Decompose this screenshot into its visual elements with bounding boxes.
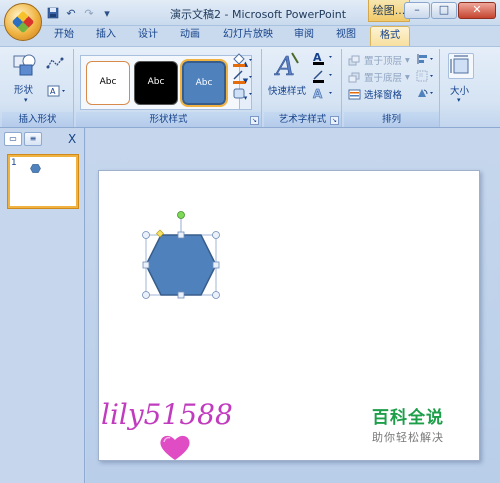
maximize-button[interactable]: □ [431, 2, 457, 19]
shape-styles-launcher-icon[interactable]: ↘ [250, 116, 259, 125]
size-icon[interactable] [448, 53, 474, 79]
tab-format[interactable]: 格式 [370, 26, 410, 46]
shape-effects-icon[interactable] [231, 87, 257, 104]
group-size: 大小 ▾ [442, 49, 480, 127]
tab-review[interactable]: 审阅 [286, 26, 322, 46]
slide-number: 1 [11, 158, 17, 168]
shapes-gallery-icon[interactable] [12, 53, 38, 80]
outline-tab-icon[interactable]: ≡ [24, 132, 42, 146]
watermark-right-title: 百科全说 [372, 408, 444, 428]
shape-outline-icon[interactable] [231, 70, 257, 87]
quick-styles-label[interactable]: 快速样式 [268, 83, 306, 97]
tab-slideshow[interactable]: 幻灯片放映 [218, 26, 278, 46]
style-swatch-white[interactable]: Abc [86, 61, 130, 105]
shape-style-gallery: Abc Abc Abc ▲ ▼ ▾ [80, 55, 252, 110]
title-bar: ↶ ↷ ▾ 演示文稿2 - Microsoft PowerPoint 绘图...… [0, 0, 500, 26]
close-button[interactable]: ✕ [458, 2, 496, 19]
group-label-shape-styles: 形状样式 [76, 112, 261, 127]
shapes-button-label[interactable]: 形状 [14, 82, 33, 96]
text-outline-icon[interactable] [312, 69, 338, 86]
rotate-icon[interactable] [416, 87, 436, 102]
tab-insert[interactable]: 插入 [88, 26, 124, 46]
redo-icon[interactable]: ↷ [82, 6, 96, 20]
customize-qat-icon[interactable]: ▾ [100, 6, 114, 20]
style-swatch-black[interactable]: Abc [134, 61, 178, 105]
slide-thumbnail[interactable] [7, 154, 79, 209]
watermark-left-text: lily51588 [101, 398, 233, 431]
tab-design[interactable]: 设计 [130, 26, 166, 46]
minimize-button[interactable]: – [404, 2, 430, 19]
hexagon-shape[interactable] [138, 206, 228, 302]
office-button[interactable] [4, 3, 42, 41]
size-dropdown-arrow[interactable]: ▾ [457, 96, 461, 104]
svg-text:A: A [50, 87, 56, 96]
window-controls: – □ ✕ [404, 2, 496, 19]
group-objects-icon[interactable] [416, 70, 436, 85]
save-icon[interactable] [46, 6, 60, 20]
shapes-dropdown-arrow[interactable]: ▾ [24, 96, 28, 104]
office-logo-icon [11, 10, 35, 34]
tab-home[interactable]: 开始 [46, 26, 82, 46]
size-label[interactable]: 大小 [450, 83, 469, 97]
edit-shape-icon[interactable] [46, 57, 68, 72]
tab-view[interactable]: 视图 [328, 26, 364, 46]
svg-text:A: A [274, 52, 295, 81]
slides-panel: ▭ ≡ X [0, 128, 85, 483]
selection-pane-icon [348, 89, 361, 100]
selection-pane-button[interactable]: 选择窗格 [348, 87, 402, 101]
text-effects-icon[interactable]: A [312, 87, 338, 104]
slides-tab-icon[interactable]: ▭ [4, 132, 22, 146]
tab-animation[interactable]: 动画 [172, 26, 208, 46]
bring-front-icon [348, 55, 361, 66]
group-label-insert-shapes: 插入形状 [2, 112, 73, 127]
thumbnail-hexagon [30, 164, 41, 173]
bring-to-front-label: 置于顶层 [364, 56, 403, 67]
quick-styles-icon[interactable]: A [274, 51, 302, 84]
group-insert-shapes: 形状 ▾ A 插入形状 [2, 49, 74, 127]
text-box-icon[interactable]: A [46, 85, 68, 100]
panel-tabs: ▭ ≡ [4, 132, 42, 146]
watermark-right: 百科全说 助你轻松解决 [347, 406, 469, 454]
send-back-icon [348, 72, 361, 83]
ribbon-tabs: 开始 插入 设计 动画 幻灯片放映 审阅 视图 格式 [0, 26, 500, 46]
window-title: 演示文稿2 - Microsoft PowerPoint [170, 8, 347, 21]
group-shape-styles: Abc Abc Abc ▲ ▼ ▾ 形状样式 ↘ [76, 49, 262, 127]
wordart-launcher-icon[interactable]: ↘ [330, 116, 339, 125]
rotation-handle [177, 211, 185, 219]
send-to-back-label: 置于底层 [364, 73, 403, 84]
watermark-right-subtitle: 助你轻松解决 [372, 431, 444, 444]
group-wordart-styles: A 快速样式 A A 艺术字样式 ↘ [264, 49, 342, 127]
align-icon[interactable] [416, 53, 436, 68]
ribbon: 形状 ▾ A 插入形状 Abc Abc Abc ▲ ▼ ▾ 形状样式 ↘ A 快… [0, 46, 500, 128]
group-label-arrange: 排列 [344, 112, 439, 127]
send-to-back-button[interactable]: 置于底层 ▾ [348, 70, 410, 84]
group-arrange: 置于顶层 ▾ 置于底层 ▾ 选择窗格 排列 [344, 49, 440, 127]
selection-pane-label: 选择窗格 [364, 90, 403, 101]
quick-access-toolbar: ↶ ↷ ▾ [46, 6, 114, 20]
text-fill-icon[interactable]: A [312, 51, 338, 68]
shape-fill-icon[interactable] [231, 53, 257, 70]
panel-close-icon[interactable]: X [68, 132, 76, 146]
style-swatch-blue-selected[interactable]: Abc [180, 59, 228, 107]
bring-to-front-button[interactable]: 置于顶层 ▾ [348, 53, 410, 67]
heart-icon [160, 435, 190, 460]
svg-text:A: A [313, 87, 323, 101]
undo-icon[interactable]: ↶ [64, 6, 78, 20]
